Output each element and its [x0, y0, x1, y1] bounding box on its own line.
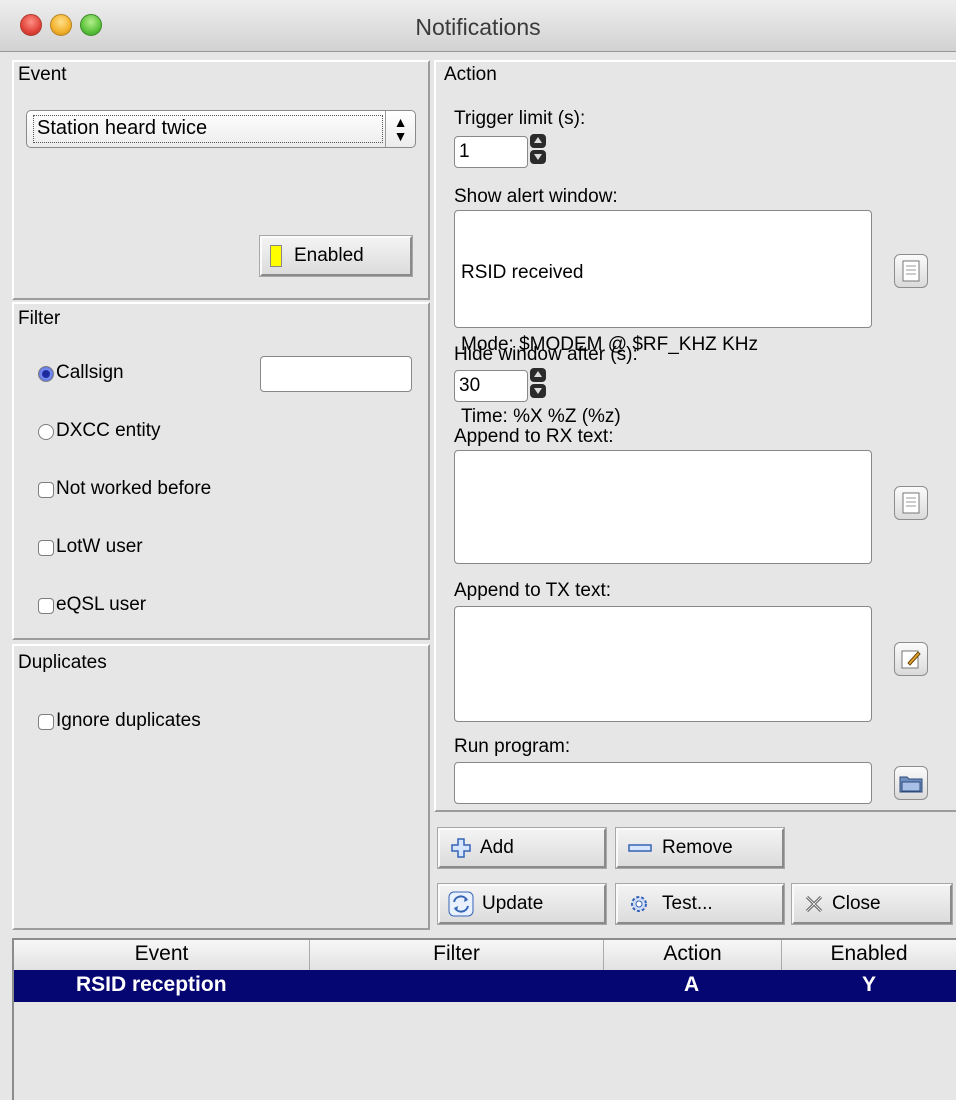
duplicates-group-label: Duplicates — [18, 652, 107, 673]
enabled-label: Enabled — [294, 245, 364, 266]
show-alert-label: Show alert window: — [454, 186, 618, 207]
append-tx-label: Append to TX text: — [454, 580, 612, 601]
not-worked-before-checkbox[interactable] — [38, 482, 54, 498]
remove-button[interactable]: Remove — [615, 827, 785, 869]
refresh-icon — [448, 891, 474, 917]
eqsl-user-label: eQSL user — [56, 594, 147, 615]
tx-edit-button[interactable] — [894, 642, 928, 676]
enabled-indicator — [270, 245, 282, 267]
spin-up-icon[interactable] — [530, 368, 546, 382]
trigger-limit-input[interactable]: 1 — [454, 136, 528, 168]
column-header-action[interactable]: Action — [604, 940, 782, 970]
spin-up-icon[interactable] — [530, 134, 546, 148]
alert-text-area[interactable]: RSID received Mode: $MODEM @ $RF_KHZ KHz… — [454, 210, 872, 427]
hide-after-label: Hide window after (s): — [454, 344, 638, 365]
event-select-value: Station heard twice — [37, 117, 208, 139]
event-group: Event Station heard twice ▲ ▼ Enabled — [12, 60, 430, 300]
dxcc-entity-radio[interactable] — [38, 424, 54, 440]
enabled-toggle-button[interactable]: Enabled — [259, 235, 413, 277]
trigger-limit-spinner[interactable] — [530, 134, 546, 164]
test-button[interactable]: Test... — [615, 883, 785, 925]
updown-chevron-icon: ▲ ▼ — [385, 111, 415, 147]
duplicates-group: Duplicates Ignore duplicates — [12, 644, 430, 930]
event-group-label: Event — [18, 64, 67, 85]
ignore-duplicates-checkbox[interactable] — [38, 714, 54, 730]
edit-icon — [901, 650, 921, 669]
minus-icon — [628, 844, 652, 852]
hide-after-input[interactable]: 30 — [454, 370, 528, 402]
callsign-input[interactable] — [260, 356, 412, 392]
spin-down-icon[interactable] — [530, 150, 546, 164]
gear-icon — [631, 896, 647, 912]
eqsl-user-checkbox[interactable] — [38, 598, 54, 614]
append-rx-label: Append to RX text: — [454, 426, 614, 447]
rx-edit-button[interactable] — [894, 486, 928, 520]
filter-group-label: Filter — [18, 308, 61, 329]
trigger-limit-label: Trigger limit (s): — [454, 108, 586, 129]
run-program-input[interactable] — [454, 762, 872, 804]
plus-icon — [451, 838, 471, 858]
action-group-label: Action — [444, 64, 497, 85]
table-row[interactable]: RSID reception A Y — [14, 970, 956, 1002]
hide-after-spinner[interactable] — [530, 368, 546, 398]
run-program-label: Run program: — [454, 736, 571, 757]
close-button[interactable]: Close — [791, 883, 953, 925]
run-program-browse-button[interactable] — [894, 766, 928, 800]
callsign-radio[interactable] — [38, 366, 54, 382]
append-rx-text-area[interactable] — [454, 450, 872, 564]
update-button[interactable]: Update — [437, 883, 607, 925]
row-enabled-cell: Y — [862, 973, 877, 996]
document-icon — [902, 260, 920, 282]
lotw-user-checkbox[interactable] — [38, 540, 54, 556]
ignore-duplicates-label: Ignore duplicates — [56, 710, 201, 731]
alert-edit-button[interactable] — [894, 254, 928, 288]
window-title: Notifications — [415, 14, 541, 40]
title-bar: Notifications — [0, 0, 956, 52]
column-header-filter[interactable]: Filter — [310, 940, 604, 970]
spin-down-icon[interactable] — [530, 384, 546, 398]
row-event-cell: RSID reception — [76, 973, 227, 996]
dxcc-entity-label: DXCC entity — [56, 420, 161, 441]
callsign-label: Callsign — [56, 362, 124, 383]
add-button[interactable]: Add — [437, 827, 607, 869]
append-tx-text-area[interactable] — [454, 606, 872, 722]
x-icon — [805, 895, 823, 913]
document-icon — [902, 492, 920, 514]
lotw-user-label: LotW user — [56, 536, 143, 557]
column-header-event[interactable]: Event — [14, 940, 310, 970]
folder-icon — [899, 776, 923, 793]
column-header-enabled[interactable]: Enabled — [782, 940, 956, 970]
row-action-cell: A — [684, 973, 700, 996]
alert-line-1: RSID received — [461, 262, 584, 283]
action-group: Action Trigger limit (s): 1 Show alert w… — [434, 60, 956, 812]
event-select[interactable]: Station heard twice ▲ ▼ — [26, 110, 416, 148]
filter-group: Filter Callsign DXCC entity Not worked b… — [12, 302, 430, 640]
not-worked-before-label: Not worked before — [56, 478, 212, 499]
